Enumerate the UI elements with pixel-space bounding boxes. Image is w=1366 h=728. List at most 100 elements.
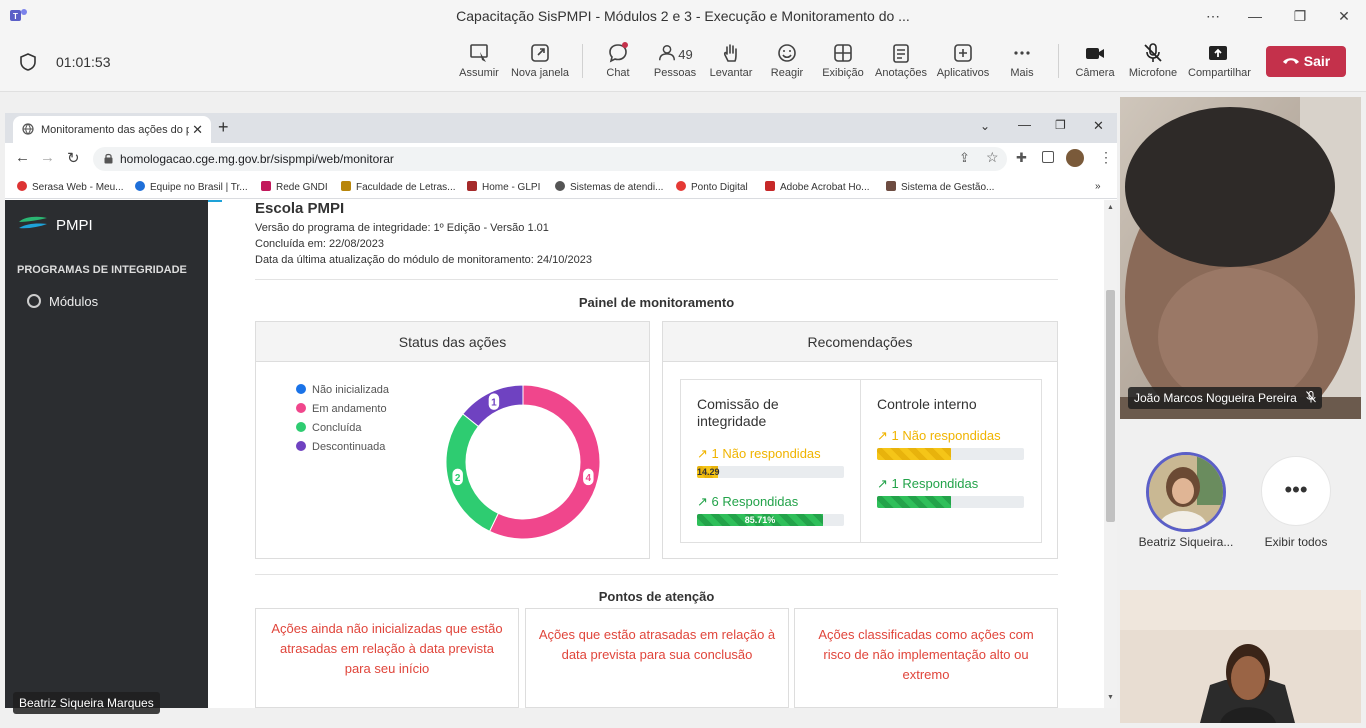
legend-dot [296, 422, 306, 432]
globe-icon [22, 123, 34, 135]
participant-name-tag: João Marcos Nogueira Pereira [1128, 387, 1323, 409]
chat-button[interactable]: Chat [588, 42, 648, 79]
browser-minimize-icon[interactable]: — [1018, 117, 1031, 132]
commission-answered-bar: 85.71% [697, 514, 844, 526]
notes-button[interactable]: Anotações [871, 42, 931, 79]
meeting-timer: 01:01:53 [56, 54, 111, 70]
share-page-icon[interactable]: ⇪ [959, 150, 970, 166]
legend-completed[interactable]: Concluída [296, 422, 362, 434]
bookmark-item[interactable]: Home - GLPI [467, 181, 540, 193]
leave-button[interactable]: Sair [1266, 46, 1346, 77]
bookmark-label: Serasa Web - Meu... [32, 182, 124, 193]
restore-icon[interactable]: ❐ [1290, 6, 1310, 26]
pmpi-logo-icon [19, 216, 47, 229]
commission-pending-fill: 14.29 [697, 466, 720, 478]
browser-close-icon[interactable]: ✕ [1093, 118, 1104, 134]
react-button[interactable]: Reagir [757, 42, 817, 79]
toolbar-label: Nova janela [510, 67, 570, 79]
more-options-icon[interactable]: ⋯ [1203, 6, 1223, 26]
forward-arrow-icon[interactable]: → [40, 149, 55, 166]
more-button[interactable]: Mais [992, 42, 1052, 79]
divider [255, 574, 1058, 575]
raise-hand-icon [723, 44, 737, 62]
globe-icon [555, 181, 565, 191]
microphone-button[interactable]: Microfone [1123, 42, 1183, 79]
leave-label: Sair [1303, 53, 1331, 69]
tab-close-icon[interactable]: ✕ [192, 122, 203, 138]
avatar-photo [1149, 455, 1223, 529]
bookmark-item[interactable]: Faculdade de Letras... [341, 181, 456, 193]
self-video-tile[interactable] [1120, 590, 1361, 723]
people-icon [659, 45, 676, 61]
status-card: Status das ações Não inicializada Em and… [255, 321, 650, 559]
show-all-button[interactable]: ••• [1261, 456, 1331, 526]
toolbar-label: Pessoas [653, 67, 697, 79]
toolbar-label: Compartilhar [1188, 67, 1251, 79]
apps-button[interactable]: Aplicativos [933, 42, 993, 79]
bookmark-item[interactable]: Serasa Web - Meu... [17, 181, 124, 193]
nav-label: Módulos [49, 294, 99, 309]
commission-pending-link[interactable]: ↗ 1 Não respondidas [697, 446, 821, 462]
page-scrollbar[interactable]: ▲ ▼ [1104, 200, 1117, 708]
legend-dot [296, 441, 306, 451]
browser-tab[interactable]: Monitoramento das ações do pr ✕ [13, 116, 211, 143]
bookmark-item[interactable]: Sistemas de atendi... [555, 181, 663, 193]
people-button[interactable]: 49 Pessoas [645, 42, 705, 79]
bookmark-star-icon[interactable]: ☆ [986, 149, 999, 166]
back-arrow-icon[interactable]: ← [15, 149, 30, 166]
commission-answered-link[interactable]: ↗ 6 Respondidas [697, 494, 798, 510]
attention-title: Pontos de atenção [598, 589, 715, 604]
shield-icon[interactable] [20, 53, 36, 71]
participant-video-tile[interactable]: João Marcos Nogueira Pereira [1120, 97, 1361, 419]
extensions-puzzle-icon[interactable]: ✚ [1016, 150, 1027, 166]
legend-in-progress[interactable]: Em andamento [296, 403, 387, 415]
tab-search-chevron-icon[interactable]: ⌄ [980, 119, 990, 133]
bookmark-item[interactable]: Ponto Digital [676, 181, 748, 193]
address-bar[interactable]: homologacao.cge.mg.gov.br/sispmpi/web/mo… [93, 147, 1007, 171]
toolbar-label: Mais [1010, 67, 1034, 79]
scroll-down-icon[interactable]: ▼ [1107, 694, 1114, 701]
take-control-button[interactable]: Assumir [449, 42, 509, 79]
toolbar-label: Anotações [875, 67, 927, 79]
reload-icon[interactable]: ↻ [67, 149, 80, 167]
meeting-toolbar: 01:01:53 Assumir Nova janela Chat 49 Pes… [0, 32, 1366, 92]
new-tab-icon[interactable]: + [218, 117, 229, 138]
participant-name: João Marcos Nogueira Pereira [1134, 391, 1297, 405]
participant-count: 49 [678, 47, 693, 62]
more-bookmarks-icon[interactable]: » [1095, 181, 1101, 192]
scroll-thumb[interactable] [1106, 290, 1115, 522]
internal-answered-link[interactable]: ↗ 1 Respondidas [877, 476, 978, 492]
attention-card-risk[interactable]: Ações classificadas como ações com risco… [794, 608, 1058, 708]
share-button[interactable]: Compartilhar [1188, 42, 1251, 79]
bookmark-item[interactable]: Equipe no Brasil | Tr... [135, 181, 248, 193]
participant-tile-name: Beatriz Siqueira... [1138, 535, 1234, 549]
minimize-icon[interactable]: — [1245, 6, 1265, 26]
bookmark-label: Sistema de Gestão... [901, 182, 995, 193]
participant-avatar[interactable] [1146, 452, 1226, 532]
raise-hand-button[interactable]: Levantar [701, 42, 761, 79]
browser-restore-icon[interactable]: ❐ [1055, 118, 1066, 132]
bookmark-label: Ponto Digital [691, 182, 748, 193]
attention-card-late[interactable]: Ações que estão atrasadas em relação à d… [525, 608, 789, 708]
donut-slice-1[interactable] [488, 385, 601, 540]
add-app-icon [954, 44, 972, 62]
shared-browser-window: Monitoramento das ações do pr ✕ + ⌄ — ❐ … [5, 113, 1117, 708]
new-window-button[interactable]: Nova janela [510, 42, 570, 79]
view-button[interactable]: Exibição [813, 42, 873, 79]
commission-pending-bar: 14.29 [697, 466, 844, 478]
profile-avatar[interactable] [1066, 149, 1084, 167]
bookmark-item[interactable]: Sistema de Gestão... [886, 181, 994, 193]
bookmark-item[interactable]: Rede GNDI [261, 181, 328, 193]
nav-item-modulos[interactable]: Módulos [27, 294, 98, 309]
internal-pending-link[interactable]: ↗ 1 Não respondidas [877, 428, 1001, 444]
legend-not-started[interactable]: Não inicializada [296, 384, 389, 396]
bookmark-label: Equipe no Brasil | Tr... [150, 182, 248, 193]
attention-card-not-started[interactable]: Ações ainda não inicializadas que estão … [255, 608, 519, 708]
browser-menu-icon[interactable]: ⋮ [1099, 149, 1113, 166]
side-panel-icon[interactable] [1042, 151, 1054, 163]
scroll-up-icon[interactable]: ▲ [1107, 204, 1114, 211]
close-window-icon[interactable]: ✕ [1334, 6, 1354, 26]
legend-discontinued[interactable]: Descontinuada [296, 441, 385, 453]
bookmark-item[interactable]: Adobe Acrobat Ho... [765, 181, 870, 193]
camera-button[interactable]: Câmera [1065, 42, 1125, 79]
